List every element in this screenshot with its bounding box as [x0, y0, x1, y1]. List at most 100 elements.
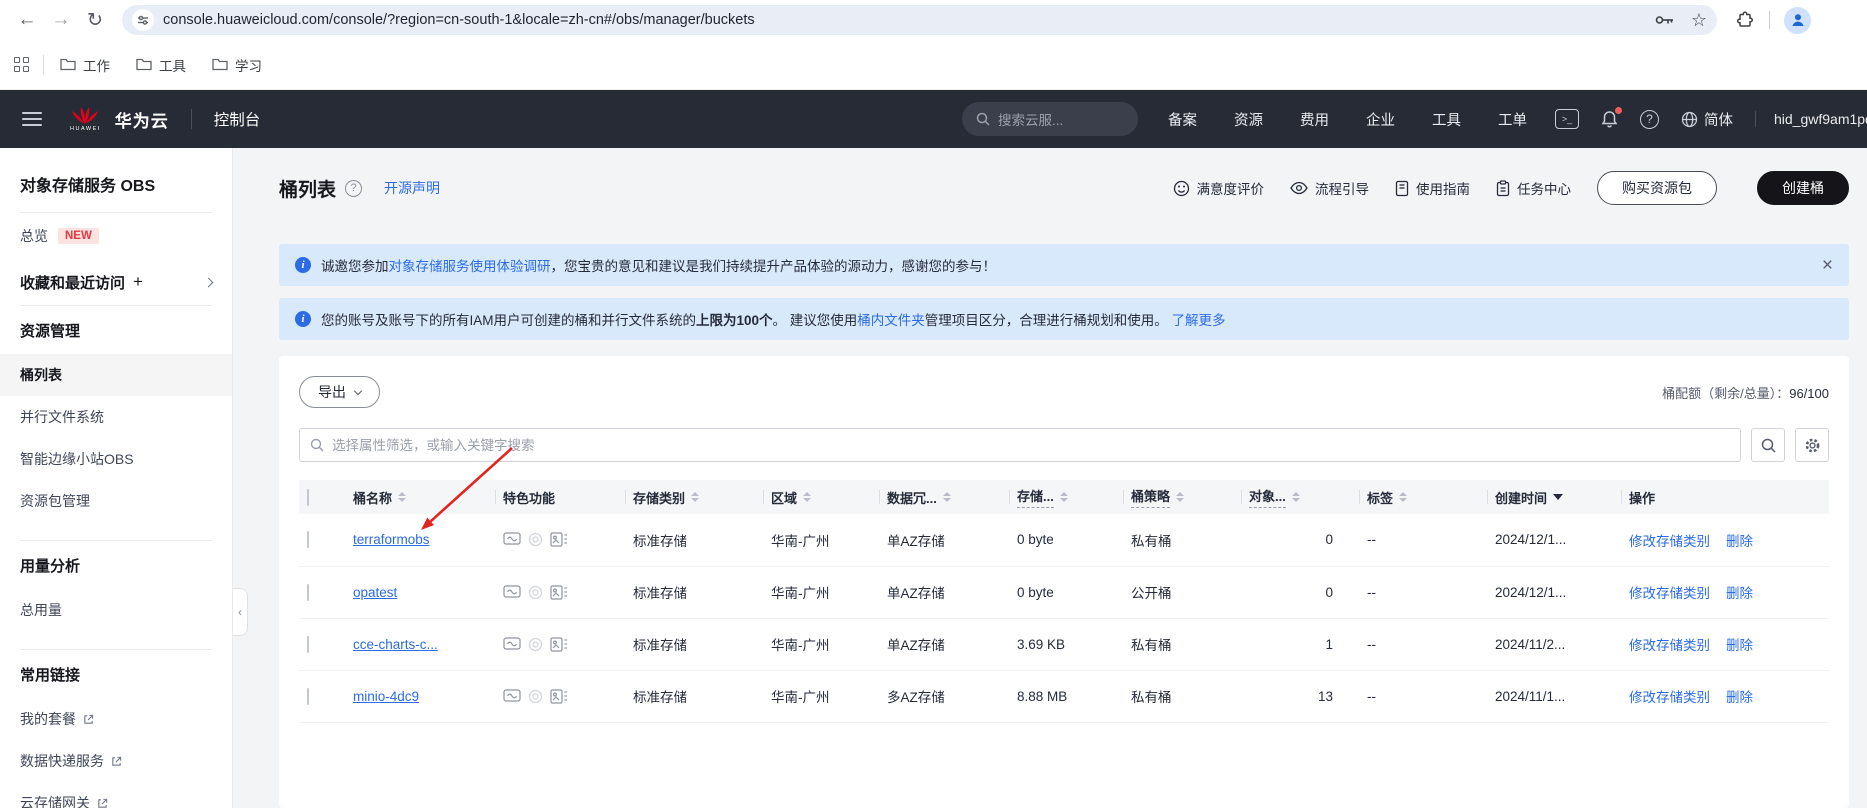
delete-link[interactable]: 删除	[1726, 534, 1753, 549]
sidebar-item-bucket-list[interactable]: 桶列表	[0, 354, 232, 396]
sort-icon[interactable]	[1176, 492, 1185, 502]
objects-cell: 0	[1241, 566, 1359, 619]
open-source-link[interactable]: 开源声明	[384, 178, 440, 198]
sidebar-item-total-usage[interactable]: 总用量	[0, 589, 232, 631]
sidebar-item-edge-obs[interactable]: 智能边缘小站OBS	[0, 438, 232, 480]
forward-button[interactable]: →	[47, 6, 75, 34]
task-center-link[interactable]: 任务中心	[1496, 178, 1571, 198]
sidebar-item-data-express[interactable]: 数据快递服务	[0, 740, 232, 782]
site-settings-icon[interactable]	[132, 9, 154, 31]
close-icon[interactable]: ×	[1822, 256, 1833, 275]
sidebar-collapse-handle[interactable]: ‹	[233, 588, 248, 636]
help-icon[interactable]: ?	[1640, 109, 1659, 129]
notifications-bell-icon[interactable]	[1601, 106, 1622, 129]
delete-link[interactable]: 删除	[1726, 690, 1753, 705]
learn-more-link[interactable]: 了解更多	[1172, 313, 1226, 328]
bucket-name-link[interactable]: minio-4dc9	[353, 689, 419, 704]
bookmark-label: 工具	[159, 58, 186, 74]
survey-text: 诚邀您参加对象存储服务使用体验调研，您宝贵的意见和建议是我们持续提升产品体验的源…	[321, 255, 996, 275]
buy-resource-package-button[interactable]: 购买资源包	[1597, 171, 1717, 205]
huawei-logo[interactable]: HUAWEI	[70, 106, 101, 132]
sidebar-item-my-packages[interactable]: 我的套餐	[0, 698, 232, 740]
export-button[interactable]: 导出	[299, 376, 380, 408]
nav-item-tools[interactable]: 工具	[1432, 109, 1461, 130]
sidebar-item-resource-packages[interactable]: 资源包管理	[0, 480, 232, 522]
section-resource-mgmt: 资源管理	[20, 322, 81, 340]
process-guide-link[interactable]: 流程引导	[1290, 178, 1369, 198]
satisfaction-survey-link[interactable]: 满意度评价	[1173, 178, 1264, 198]
redundancy-cell: 多AZ存储	[879, 670, 1009, 723]
row-checkbox[interactable]	[307, 583, 309, 601]
create-bucket-button[interactable]: 创建桶	[1757, 171, 1849, 205]
hamburger-menu-icon[interactable]	[22, 112, 42, 126]
change-storage-class-link[interactable]: 修改存储类别	[1629, 534, 1710, 549]
language-switch[interactable]: 简体	[1681, 109, 1733, 130]
reload-button[interactable]: ↻	[81, 6, 109, 34]
nav-item-billing[interactable]: 费用	[1300, 109, 1329, 130]
change-storage-class-link[interactable]: 修改存储类别	[1629, 690, 1710, 705]
select-all-checkbox[interactable]	[307, 488, 309, 506]
row-checkbox[interactable]	[307, 635, 309, 653]
search-icon	[1761, 438, 1776, 453]
quota-p3: 管理项目区分，合理进行桶规划和使用。	[924, 313, 1168, 328]
title-help-icon[interactable]: ?	[345, 179, 363, 197]
bucket-name-link[interactable]: terraformobs	[353, 532, 430, 547]
buckets-table: 桶名称 特色功能 存储类别 区域 数据冗... 存储... 桶策略 对象... …	[299, 480, 1829, 723]
change-storage-class-link[interactable]: 修改存储类别	[1629, 638, 1710, 653]
refresh-search-button[interactable]	[1751, 428, 1785, 462]
add-favorite-button[interactable]: +	[133, 272, 143, 292]
change-storage-class-link[interactable]: 修改存储类别	[1629, 586, 1710, 601]
extensions-icon[interactable]	[1735, 11, 1753, 29]
sort-icon[interactable]	[691, 492, 700, 502]
nav-item-enterprise[interactable]: 企业	[1366, 109, 1395, 130]
password-key-icon[interactable]	[1655, 14, 1675, 26]
bucket-quota: 桶配额（剩余/总量）：96/100	[1662, 383, 1829, 402]
console-link[interactable]: 控制台	[214, 108, 261, 130]
bookmark-folder-study[interactable]: 学习	[212, 55, 262, 75]
filter-search-box[interactable]	[299, 428, 1741, 462]
cli-terminal-icon[interactable]: >_	[1555, 109, 1579, 129]
filter-search-input[interactable]	[332, 437, 1730, 453]
sort-icon[interactable]	[1059, 492, 1068, 502]
sort-icon[interactable]	[398, 492, 407, 502]
user-guide-link[interactable]: 使用指南	[1395, 178, 1470, 198]
bucket-folder-link[interactable]: 桶内文件夹	[857, 313, 925, 328]
apps-grid-icon[interactable]	[14, 57, 29, 72]
survey-link[interactable]: 对象存储服务使用体验调研	[389, 259, 551, 274]
sidebar-favorites[interactable]: 收藏和最近访问 +	[0, 259, 232, 305]
sort-desc-icon[interactable]	[1553, 494, 1564, 500]
delete-link[interactable]: 删除	[1726, 586, 1753, 601]
bookmark-star-icon[interactable]: ☆	[1691, 10, 1707, 31]
sort-icon[interactable]	[1291, 492, 1300, 502]
feature-icons	[503, 584, 617, 600]
column-settings-button[interactable]	[1795, 428, 1829, 462]
favorites-label: 收藏和最近访问	[20, 274, 126, 292]
url-bar[interactable]: console.huaweicloud.com/console/?region=…	[122, 5, 1717, 35]
sidebar-item-parallel-fs[interactable]: 并行文件系统	[0, 396, 232, 438]
row-checkbox[interactable]	[307, 531, 309, 549]
bookmarks-bar: 工作 工具 学习	[0, 40, 1867, 90]
sidebar-item-overview[interactable]: 总览 NEW	[0, 213, 232, 259]
account-menu[interactable]: hid_gwf9am1pd-co2	[1755, 111, 1867, 127]
survey-banner: i 诚邀您参加对象存储服务使用体验调研，您宝贵的意见和建议是我们持续提升产品体验…	[279, 244, 1849, 286]
bucket-name-link[interactable]: opatest	[353, 585, 397, 600]
back-button[interactable]: ←	[13, 6, 41, 34]
cloud-search-box[interactable]: 搜索云服...	[962, 102, 1138, 136]
bookmark-folder-tools[interactable]: 工具	[136, 55, 186, 75]
language-label: 简体	[1704, 112, 1733, 129]
profile-avatar[interactable]	[1784, 6, 1811, 34]
row-checkbox[interactable]	[307, 687, 309, 705]
created-cell: 2024/11/2...	[1487, 618, 1621, 671]
delete-link[interactable]: 删除	[1726, 638, 1753, 653]
sort-icon[interactable]	[803, 492, 812, 502]
bookmark-folder-work[interactable]: 工作	[60, 55, 110, 75]
quota-text: 您的账号及账号下的所有IAM用户可创建的桶和并行文件系统的上限为100个。 建议…	[321, 309, 1226, 329]
nav-item-beian[interactable]: 备案	[1168, 109, 1197, 130]
link-label: 数据快递服务	[20, 753, 104, 769]
nav-item-resources[interactable]: 资源	[1234, 109, 1263, 130]
sidebar-item-storage-gateway[interactable]: 云存储网关	[0, 782, 232, 808]
nav-item-tickets[interactable]: 工单	[1498, 109, 1527, 130]
sort-icon[interactable]	[1399, 492, 1408, 502]
sort-icon[interactable]	[942, 492, 951, 502]
bucket-name-link[interactable]: cce-charts-c...	[353, 637, 438, 652]
